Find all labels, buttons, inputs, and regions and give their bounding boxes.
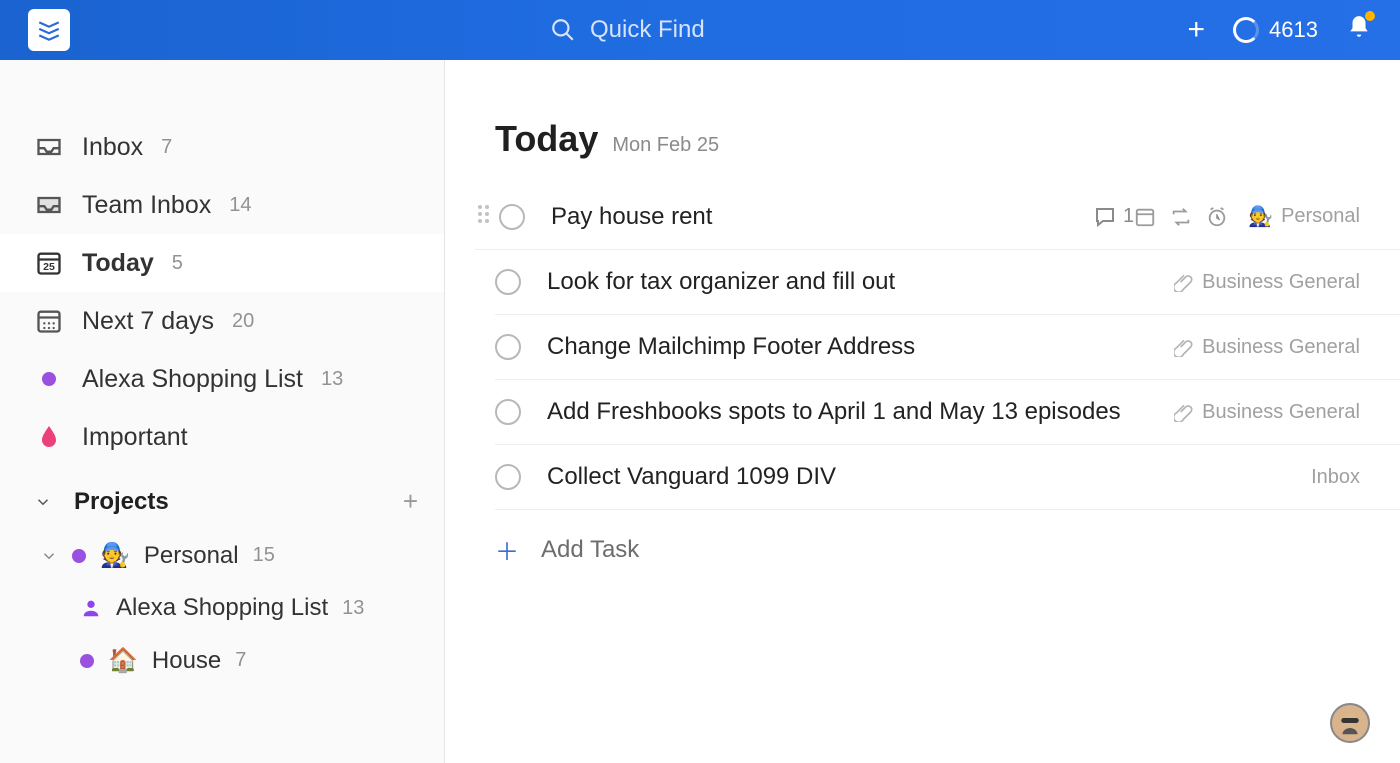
projects-toggle[interactable]: Projects	[34, 488, 169, 516]
chevron-down-icon	[34, 493, 52, 511]
project-emoji-icon: 🧑‍🔧	[1248, 204, 1273, 229]
karma-display[interactable]: 4613	[1233, 17, 1318, 43]
sidebar-item-next-7-days[interactable]: Next 7 days 20	[0, 292, 444, 350]
task-project-tag[interactable]: Inbox	[1311, 466, 1360, 489]
project-item-alexa-shopping[interactable]: Alexa Shopping List 13	[0, 582, 444, 634]
attachment-icon	[1174, 337, 1194, 357]
quick-add-button[interactable]: +	[1188, 15, 1206, 45]
notification-dot-icon	[1365, 11, 1375, 21]
task-row[interactable]: Look for tax organizer and fill out Busi…	[495, 250, 1400, 315]
search-icon	[550, 17, 576, 43]
search-input[interactable]	[590, 16, 890, 44]
sidebar-filter-alexa-shopping[interactable]: Alexa Shopping List 13	[0, 350, 444, 408]
task-row[interactable]: Change Mailchimp Footer Address Business…	[495, 315, 1400, 380]
team-inbox-icon	[34, 190, 64, 220]
task-title: Pay house rent	[551, 203, 1071, 231]
project-label: Alexa Shopping List	[116, 594, 328, 622]
user-avatar[interactable]	[1330, 703, 1370, 743]
project-count: 13	[342, 597, 364, 620]
sidebar-item-count: 5	[172, 252, 183, 275]
plus-icon: ＋	[495, 532, 519, 567]
page-header: Today Mon Feb 25	[445, 118, 1400, 184]
calendar-today-icon: 25	[34, 248, 64, 278]
search-container	[550, 16, 890, 44]
sidebar-item-label: Alexa Shopping List	[82, 365, 303, 394]
task-project-tag[interactable]: Business General	[1174, 336, 1360, 359]
add-project-button[interactable]: +	[403, 486, 418, 517]
sidebar-item-label: Next 7 days	[82, 307, 214, 336]
chevron-down-icon	[40, 547, 58, 565]
task-row[interactable]: Pay house rent 1 🧑‍🔧 Personal	[475, 184, 1400, 250]
sidebar-item-count: 7	[161, 136, 172, 159]
sidebar-item-label: Team Inbox	[82, 191, 211, 220]
attachment-icon	[1174, 402, 1194, 422]
sidebar-item-label: Inbox	[82, 133, 143, 162]
project-item-house[interactable]: 🏠 House 7	[0, 634, 444, 687]
sidebar-item-today[interactable]: 25 Today 5	[0, 234, 444, 292]
task-checkbox[interactable]	[495, 464, 521, 490]
task-checkbox[interactable]	[495, 399, 521, 425]
add-task-button[interactable]: ＋ Add Task	[445, 510, 1400, 567]
calendar-week-icon	[34, 306, 64, 336]
project-item-personal[interactable]: 🧑‍🔧 Personal 15	[0, 529, 444, 582]
inbox-icon	[34, 132, 64, 162]
task-title: Change Mailchimp Footer Address	[547, 333, 1174, 361]
color-dot-icon	[80, 654, 94, 668]
main-content: Today Mon Feb 25 Pay house rent 1 🧑‍🔧 Pe…	[445, 60, 1400, 763]
sidebar-filter-important[interactable]: Important	[0, 408, 444, 466]
comment-icon	[1093, 205, 1117, 229]
task-row[interactable]: Collect Vanguard 1099 DIV Inbox	[495, 445, 1400, 510]
projects-header-label: Projects	[74, 488, 169, 516]
reminder-icon[interactable]	[1206, 206, 1228, 228]
page-title: Today	[495, 118, 598, 160]
project-count: 7	[235, 649, 246, 672]
task-project-tag[interactable]: 🧑‍🔧 Personal	[1248, 204, 1360, 229]
task-title: Look for tax organizer and fill out	[547, 268, 1174, 296]
app-logo[interactable]	[28, 9, 70, 51]
sidebar-item-count: 14	[229, 194, 251, 217]
task-checkbox[interactable]	[499, 204, 525, 230]
project-emoji-icon: 🧑‍🔧	[100, 541, 130, 570]
sidebar-item-team-inbox[interactable]: Team Inbox 14	[0, 176, 444, 234]
avatar-icon	[1335, 708, 1365, 738]
karma-score: 4613	[1269, 17, 1318, 43]
projects-section-header: Projects +	[0, 466, 444, 529]
drag-handle-icon[interactable]	[475, 202, 495, 231]
drop-icon	[34, 422, 64, 452]
sidebar-item-count: 20	[232, 310, 254, 333]
task-project-tag[interactable]: Business General	[1174, 271, 1360, 294]
project-label: Personal	[144, 542, 239, 570]
person-icon	[80, 597, 102, 619]
task-title: Add Freshbooks spots to April 1 and May …	[547, 398, 1174, 426]
task-title: Collect Vanguard 1099 DIV	[547, 463, 1311, 491]
sidebar-item-label: Today	[82, 249, 154, 278]
task-hover-actions	[1134, 206, 1228, 228]
task-row[interactable]: Add Freshbooks spots to April 1 and May …	[495, 380, 1400, 445]
project-label: House	[152, 647, 221, 675]
schedule-icon[interactable]	[1134, 206, 1156, 228]
sidebar-item-count: 13	[321, 368, 343, 391]
logo-icon	[36, 17, 62, 43]
project-count: 15	[253, 544, 275, 567]
notifications-button[interactable]	[1346, 14, 1372, 46]
sidebar-item-label: Important	[82, 423, 188, 452]
add-task-label: Add Task	[541, 536, 639, 564]
top-bar: + 4613	[0, 0, 1400, 60]
attachment-icon	[1174, 272, 1194, 292]
project-emoji-icon: 🏠	[108, 646, 138, 675]
sidebar: Inbox 7 Team Inbox 14 25 Today 5 Next 7 …	[0, 60, 445, 763]
page-subtitle: Mon Feb 25	[612, 134, 719, 157]
color-dot-icon	[72, 549, 86, 563]
repeat-icon[interactable]	[1170, 206, 1192, 228]
task-checkbox[interactable]	[495, 269, 521, 295]
karma-progress-icon	[1233, 17, 1259, 43]
task-checkbox[interactable]	[495, 334, 521, 360]
top-right: + 4613	[1188, 14, 1372, 46]
task-comment-count[interactable]: 1	[1093, 205, 1134, 229]
task-project-tag[interactable]: Business General	[1174, 401, 1360, 424]
color-dot-icon	[34, 364, 64, 394]
sidebar-item-inbox[interactable]: Inbox 7	[0, 118, 444, 176]
svg-text:25: 25	[43, 261, 55, 273]
